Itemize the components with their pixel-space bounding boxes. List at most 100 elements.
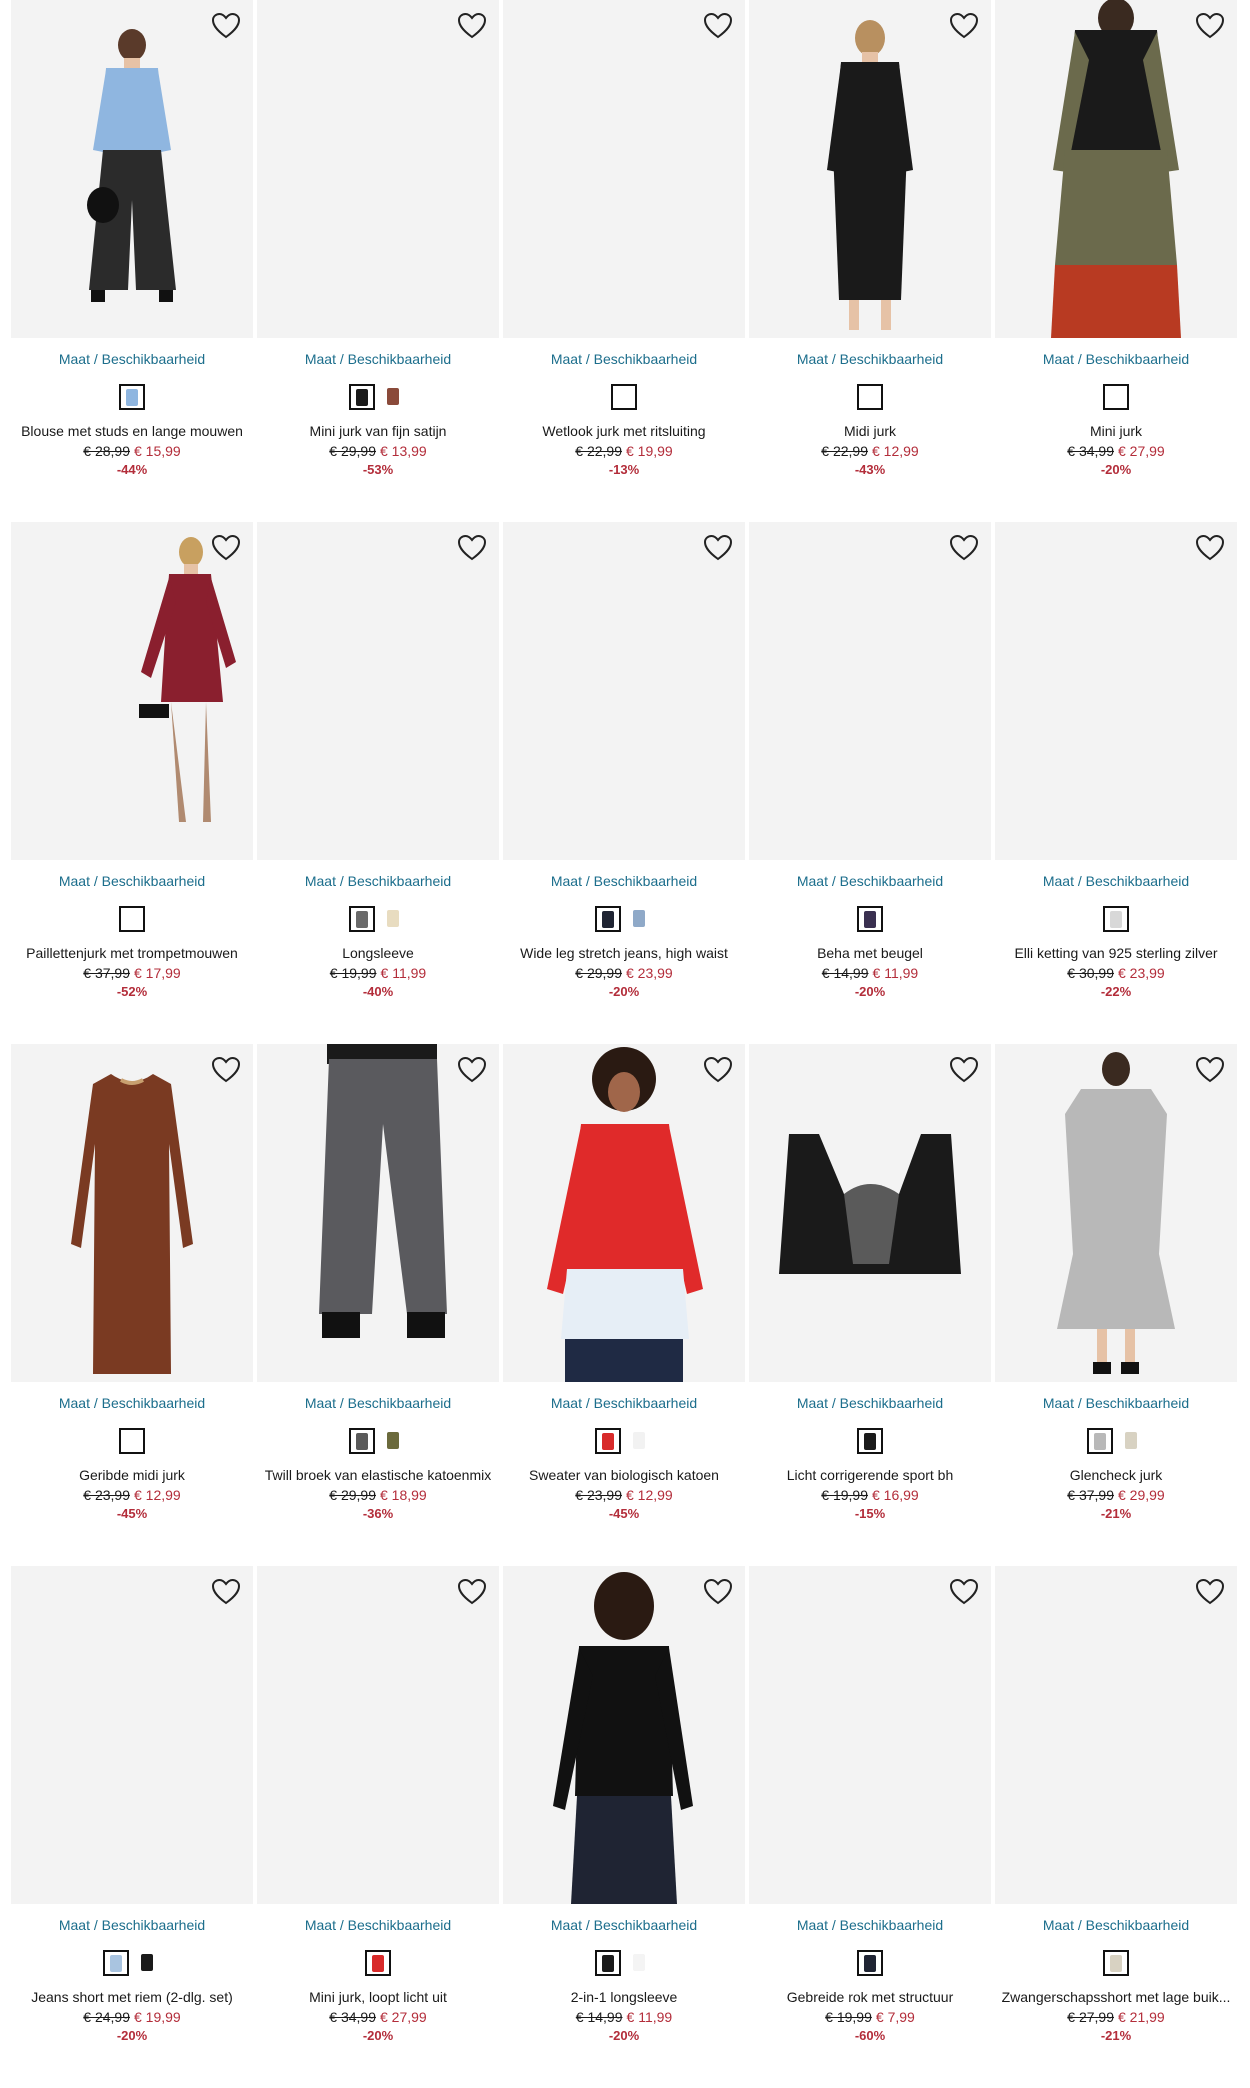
wishlist-heart-icon[interactable]: [703, 1578, 733, 1606]
product-name[interactable]: Wetlook jurk met ritsluiting: [503, 422, 745, 440]
size-availability-link[interactable]: Maat / Beschikbaarheid: [503, 1394, 745, 1412]
color-swatch[interactable]: [857, 906, 883, 932]
color-swatch[interactable]: [627, 1950, 653, 1976]
color-swatch[interactable]: [857, 1428, 883, 1454]
size-availability-link[interactable]: Maat / Beschikbaarheid: [749, 872, 991, 890]
product-card[interactable]: Maat / Beschikbaarheid Longsleeve € 19,9…: [257, 522, 499, 1044]
wishlist-heart-icon[interactable]: [457, 534, 487, 562]
size-availability-link[interactable]: Maat / Beschikbaarheid: [257, 1394, 499, 1412]
color-swatch[interactable]: [1119, 1428, 1145, 1454]
product-name[interactable]: Longsleeve: [257, 944, 499, 962]
product-name[interactable]: Wide leg stretch jeans, high waist: [503, 944, 745, 962]
size-availability-link[interactable]: Maat / Beschikbaarheid: [11, 1394, 253, 1412]
color-swatch[interactable]: [595, 906, 621, 932]
color-swatch[interactable]: [857, 384, 883, 410]
color-swatch[interactable]: [135, 1950, 161, 1976]
product-name[interactable]: Mini jurk van fijn satijn: [257, 422, 499, 440]
wishlist-heart-icon[interactable]: [457, 12, 487, 40]
product-image[interactable]: [749, 1044, 991, 1382]
color-swatch[interactable]: [1103, 1950, 1129, 1976]
product-card[interactable]: Maat / Beschikbaarheid Mini jurk € 34,99…: [995, 0, 1237, 522]
color-swatch[interactable]: [857, 1950, 883, 1976]
size-availability-link[interactable]: Maat / Beschikbaarheid: [995, 350, 1237, 368]
product-image[interactable]: [995, 1566, 1237, 1904]
product-card[interactable]: Maat / Beschikbaarheid Sweater van biolo…: [503, 1044, 745, 1566]
color-swatch[interactable]: [595, 1950, 621, 1976]
wishlist-heart-icon[interactable]: [1195, 1056, 1225, 1084]
size-availability-link[interactable]: Maat / Beschikbaarheid: [503, 872, 745, 890]
product-name[interactable]: Zwangerschapsshort met lage buik...: [995, 1988, 1237, 2006]
size-availability-link[interactable]: Maat / Beschikbaarheid: [995, 1394, 1237, 1412]
color-swatch[interactable]: [349, 906, 375, 932]
product-image[interactable]: [503, 1044, 745, 1382]
color-swatch[interactable]: [119, 906, 145, 932]
product-card[interactable]: Maat / Beschikbaarheid Mini jurk, loopt …: [257, 1566, 499, 2088]
size-availability-link[interactable]: Maat / Beschikbaarheid: [257, 872, 499, 890]
product-card[interactable]: Maat / Beschikbaarheid Wetlook jurk met …: [503, 0, 745, 522]
product-card[interactable]: Maat / Beschikbaarheid Jeans short met r…: [11, 1566, 253, 2088]
wishlist-heart-icon[interactable]: [703, 534, 733, 562]
wishlist-heart-icon[interactable]: [457, 1056, 487, 1084]
product-image[interactable]: [11, 522, 253, 860]
product-name[interactable]: Geribde midi jurk: [11, 1466, 253, 1484]
wishlist-heart-icon[interactable]: [949, 1056, 979, 1084]
product-name[interactable]: Jeans short met riem (2-dlg. set): [11, 1988, 253, 2006]
product-name[interactable]: Beha met beugel: [749, 944, 991, 962]
wishlist-heart-icon[interactable]: [211, 1578, 241, 1606]
size-availability-link[interactable]: Maat / Beschikbaarheid: [257, 1916, 499, 1934]
product-image[interactable]: [257, 522, 499, 860]
product-image[interactable]: [503, 1566, 745, 1904]
color-swatch[interactable]: [119, 384, 145, 410]
color-swatch[interactable]: [365, 1950, 391, 1976]
product-name[interactable]: Midi jurk: [749, 422, 991, 440]
product-card[interactable]: Maat / Beschikbaarheid Twill broek van e…: [257, 1044, 499, 1566]
product-card[interactable]: Maat / Beschikbaarheid Licht corrigerend…: [749, 1044, 991, 1566]
product-card[interactable]: Maat / Beschikbaarheid Elli ketting van …: [995, 522, 1237, 1044]
product-name[interactable]: Licht corrigerende sport bh: [749, 1466, 991, 1484]
color-swatch[interactable]: [119, 1428, 145, 1454]
product-image[interactable]: [995, 522, 1237, 860]
product-image[interactable]: [749, 1566, 991, 1904]
color-swatch[interactable]: [611, 384, 637, 410]
product-image[interactable]: [257, 1566, 499, 1904]
color-swatch[interactable]: [349, 1428, 375, 1454]
wishlist-heart-icon[interactable]: [457, 1578, 487, 1606]
product-image[interactable]: [503, 522, 745, 860]
product-card[interactable]: Maat / Beschikbaarheid Zwangerschapsshor…: [995, 1566, 1237, 2088]
product-name[interactable]: Mini jurk, loopt licht uit: [257, 1988, 499, 2006]
product-image[interactable]: [11, 1566, 253, 1904]
color-swatch[interactable]: [381, 384, 407, 410]
product-name[interactable]: Elli ketting van 925 sterling zilver: [995, 944, 1237, 962]
wishlist-heart-icon[interactable]: [211, 1056, 241, 1084]
product-image[interactable]: [749, 0, 991, 338]
product-image[interactable]: [257, 0, 499, 338]
wishlist-heart-icon[interactable]: [949, 1578, 979, 1606]
size-availability-link[interactable]: Maat / Beschikbaarheid: [995, 1916, 1237, 1934]
color-swatch[interactable]: [349, 384, 375, 410]
product-image[interactable]: [995, 0, 1237, 338]
product-name[interactable]: Paillettenjurk met trompetmouwen: [11, 944, 253, 962]
product-card[interactable]: Maat / Beschikbaarheid Midi jurk € 22,99…: [749, 0, 991, 522]
product-image[interactable]: [503, 0, 745, 338]
size-availability-link[interactable]: Maat / Beschikbaarheid: [749, 1916, 991, 1934]
wishlist-heart-icon[interactable]: [949, 534, 979, 562]
product-image[interactable]: [995, 1044, 1237, 1382]
product-image[interactable]: [749, 522, 991, 860]
color-swatch[interactable]: [381, 906, 407, 932]
color-swatch[interactable]: [627, 1428, 653, 1454]
color-swatch[interactable]: [1103, 906, 1129, 932]
wishlist-heart-icon[interactable]: [703, 12, 733, 40]
product-image[interactable]: [11, 0, 253, 338]
size-availability-link[interactable]: Maat / Beschikbaarheid: [749, 1394, 991, 1412]
product-card[interactable]: Maat / Beschikbaarheid 2-in-1 longsleeve…: [503, 1566, 745, 2088]
product-name[interactable]: 2-in-1 longsleeve: [503, 1988, 745, 2006]
product-card[interactable]: Maat / Beschikbaarheid Paillettenjurk me…: [11, 522, 253, 1044]
product-name[interactable]: Mini jurk: [995, 422, 1237, 440]
wishlist-heart-icon[interactable]: [1195, 534, 1225, 562]
wishlist-heart-icon[interactable]: [211, 12, 241, 40]
product-card[interactable]: Maat / Beschikbaarheid Beha met beugel €…: [749, 522, 991, 1044]
wishlist-heart-icon[interactable]: [1195, 12, 1225, 40]
color-swatch[interactable]: [1087, 1428, 1113, 1454]
color-swatch[interactable]: [381, 1428, 407, 1454]
product-name[interactable]: Glencheck jurk: [995, 1466, 1237, 1484]
